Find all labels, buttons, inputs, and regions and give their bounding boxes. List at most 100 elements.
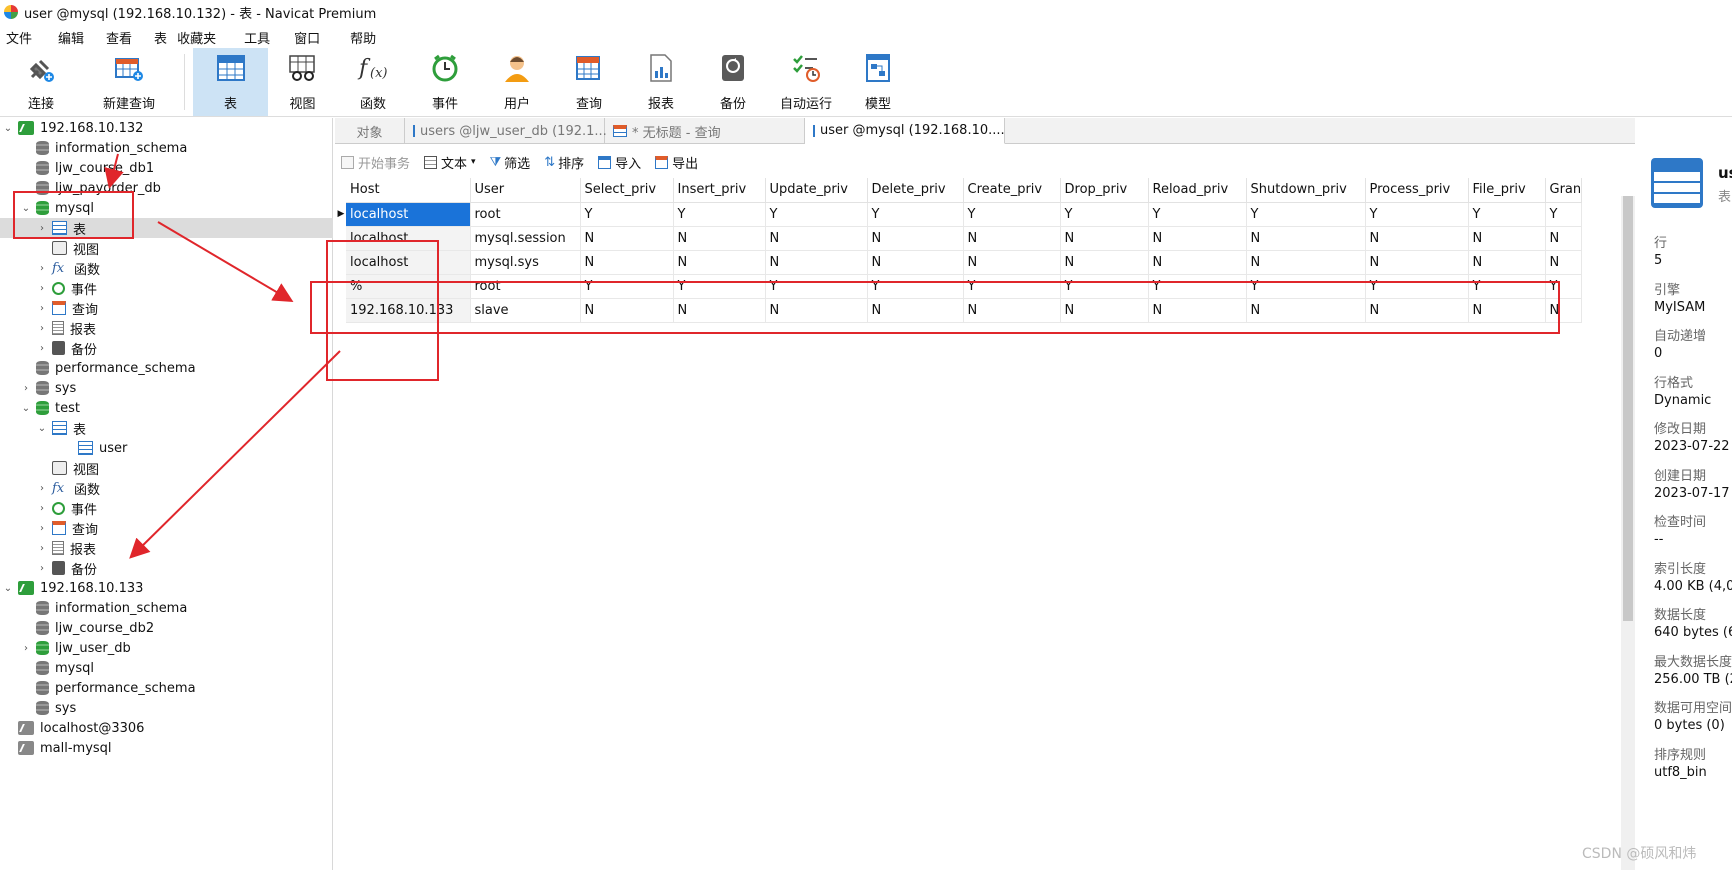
tree-item[interactable]: ljw_course_db1 (0, 158, 333, 178)
user-button[interactable]: 用户 (481, 48, 553, 116)
table-cell[interactable]: Y (673, 202, 766, 227)
table-cell[interactable]: N (1246, 226, 1366, 251)
tree-item[interactable]: › 报表 (0, 318, 333, 338)
tab-user-mysql[interactable]: user @mysql (192.168.10.... (805, 118, 1005, 144)
tab-objects[interactable]: 对象 (335, 118, 405, 144)
query-button[interactable]: 查询 (553, 48, 625, 116)
begin-transaction-button[interactable]: 开始事务 (341, 153, 410, 172)
text-button[interactable]: 文本 ▾ (424, 153, 476, 172)
tree-item[interactable]: › 事件 (0, 278, 333, 298)
new-query-button[interactable]: 新建查询 (82, 48, 176, 116)
scrollbar-thumb[interactable] (1623, 196, 1633, 621)
column-header[interactable]: Select_priv (580, 178, 674, 203)
tree-item[interactable]: › fx 函数 (0, 478, 333, 498)
tree-item[interactable]: user (0, 438, 333, 458)
table-cell[interactable]: mysql.sys (470, 250, 581, 275)
table-cell[interactable]: N (1148, 226, 1247, 251)
tree-item[interactable]: ljw_course_db2 (0, 618, 333, 638)
menu-favorites[interactable]: 收藏夹 (167, 28, 216, 47)
tree-item[interactable]: information_schema (0, 138, 333, 158)
view-button[interactable]: 视图 (268, 48, 337, 116)
column-header[interactable]: Shutdown_priv (1246, 178, 1366, 203)
menu-table[interactable]: 表 (132, 28, 167, 47)
expand-chevron-icon[interactable]: › (36, 303, 48, 314)
import-button[interactable]: 导入 (598, 153, 641, 172)
table-cell[interactable]: N (673, 226, 766, 251)
grid-vertical-scrollbar[interactable] (1621, 196, 1635, 870)
column-header[interactable]: Drop_priv (1060, 178, 1149, 203)
table-cell[interactable]: N (963, 226, 1061, 251)
table-cell[interactable]: Y (867, 202, 964, 227)
function-button[interactable]: f (x) 函数 (337, 48, 409, 116)
tree-item[interactable]: ⌄ 192.168.10.132 (0, 118, 333, 138)
table-cell[interactable]: N (1365, 250, 1469, 275)
tree-item[interactable]: › 报表 (0, 538, 333, 558)
tab-untitled-query[interactable]: * 无标题 - 查询 (605, 118, 805, 144)
column-header[interactable]: Process_priv (1365, 178, 1469, 203)
column-header[interactable]: Update_priv (765, 178, 868, 203)
menu-view[interactable]: 查看 (84, 28, 132, 47)
current-row-pointer-icon[interactable]: ▶ (336, 202, 346, 226)
menu-help[interactable]: 帮助 (320, 28, 376, 47)
table-cell[interactable]: Y (1545, 202, 1583, 227)
table-cell[interactable]: root (470, 202, 581, 227)
table-cell[interactable]: N (1365, 226, 1469, 251)
table-cell[interactable]: Y (1468, 202, 1546, 227)
tree-item[interactable]: ⌄ 192.168.10.133 (0, 578, 333, 598)
tree-item[interactable]: mall-mysql (0, 738, 333, 758)
expand-chevron-icon[interactable]: › (36, 483, 48, 494)
table-cell[interactable]: N (1060, 226, 1149, 251)
tree-item[interactable]: › 备份 (0, 338, 333, 358)
event-button[interactable]: 事件 (409, 48, 481, 116)
tree-item[interactable]: › 备份 (0, 558, 333, 578)
table-cell[interactable]: N (580, 226, 674, 251)
table-cell[interactable]: Y (1365, 202, 1469, 227)
table-cell[interactable]: N (580, 250, 674, 275)
table-row[interactable]: ▶ localhost root Y Y Y Y Y Y Y Y Y Y Y (336, 202, 1583, 227)
model-button[interactable]: 模型 (843, 48, 913, 116)
column-header[interactable]: Insert_priv (673, 178, 766, 203)
tree-item[interactable]: mysql (0, 658, 333, 678)
table-cell[interactable]: N (1545, 250, 1583, 275)
menu-file[interactable]: 文件 (0, 28, 32, 47)
collapse-chevron-icon[interactable]: ⌄ (20, 403, 32, 414)
column-header[interactable]: Reload_priv (1148, 178, 1247, 203)
report-button[interactable]: 报表 (625, 48, 697, 116)
column-header[interactable]: Gran (1545, 178, 1583, 203)
menu-edit[interactable]: 编辑 (32, 28, 84, 47)
tree-item[interactable]: › sys (0, 378, 333, 398)
table-row[interactable]: localhost mysql.session N N N N N N N N N N N (336, 226, 1583, 251)
expand-chevron-icon[interactable]: › (20, 643, 32, 654)
table-cell[interactable]: Y (1060, 202, 1149, 227)
table-cell[interactable]: localhost (346, 202, 471, 227)
sort-button[interactable]: ⇅ 排序 (544, 153, 584, 172)
tree-item[interactable]: › 事件 (0, 498, 333, 518)
tree-item[interactable]: 视图 (0, 238, 333, 258)
column-header[interactable]: Delete_priv (867, 178, 964, 203)
tree-item[interactable]: ⌄ 表 (0, 418, 333, 438)
table-cell[interactable]: N (765, 226, 868, 251)
table-cell[interactable]: N (867, 250, 964, 275)
table-cell[interactable]: N (1148, 250, 1247, 275)
table-cell[interactable]: N (1545, 226, 1583, 251)
table-cell[interactable]: N (1246, 250, 1366, 275)
expand-chevron-icon[interactable]: › (36, 523, 48, 534)
table-button[interactable]: 表 (193, 48, 268, 116)
expand-chevron-icon[interactable]: › (36, 343, 48, 354)
table-cell[interactable]: N (673, 250, 766, 275)
collapse-chevron-icon[interactable]: ⌄ (2, 583, 14, 594)
table-cell[interactable]: Y (765, 202, 868, 227)
expand-chevron-icon[interactable]: › (36, 563, 48, 574)
expand-chevron-icon[interactable]: › (36, 503, 48, 514)
expand-chevron-icon[interactable]: › (20, 383, 32, 394)
tree-item[interactable]: › 查询 (0, 518, 333, 538)
table-cell[interactable]: N (1468, 226, 1546, 251)
table-row[interactable]: localhost mysql.sys N N N N N N N N N N N (336, 250, 1583, 275)
tree-item[interactable]: information_schema (0, 598, 333, 618)
column-header[interactable]: Create_priv (963, 178, 1061, 203)
menu-tools[interactable]: 工具 (216, 28, 270, 47)
connect-button[interactable]: 连接 (0, 48, 82, 116)
filter-button[interactable]: ⧩ 筛选 (490, 153, 531, 172)
table-cell[interactable]: Y (1148, 202, 1247, 227)
backup-button[interactable]: 备份 (697, 48, 769, 116)
